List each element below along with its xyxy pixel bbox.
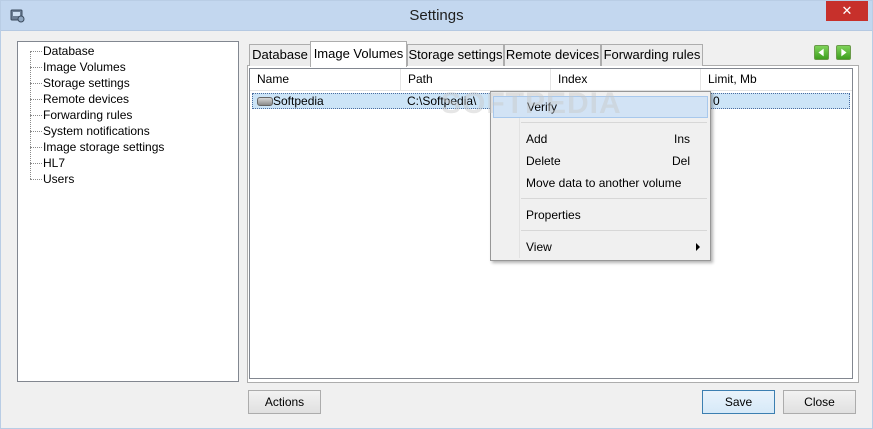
tab-remote-devices[interactable]: Remote devices bbox=[504, 44, 601, 66]
tree-item-remote-devices[interactable]: Remote devices bbox=[30, 91, 129, 107]
menu-item-verify[interactable]: Verify bbox=[493, 96, 708, 118]
tree-item-database[interactable]: Database bbox=[30, 43, 94, 59]
menu-separator bbox=[521, 230, 707, 231]
menu-separator bbox=[521, 122, 707, 123]
menu-item-label: Verify bbox=[527, 100, 558, 114]
menu-item-label: Properties bbox=[526, 208, 581, 222]
menu-item-delete[interactable]: Delete Del bbox=[493, 150, 708, 172]
tree-item-label: Image Volumes bbox=[43, 60, 126, 74]
tree-item-label: Remote devices bbox=[43, 92, 130, 106]
save-button[interactable]: Save bbox=[702, 390, 775, 414]
tree-item-forwarding-rules[interactable]: Forwarding rules bbox=[30, 107, 132, 123]
menu-item-label: Delete bbox=[526, 154, 561, 168]
tree-item-label: HL7 bbox=[43, 156, 66, 170]
next-tab-arrow-icon[interactable] bbox=[836, 45, 851, 60]
drive-icon bbox=[257, 97, 273, 106]
table-header: Name Path Index Limit, Mb bbox=[250, 69, 852, 91]
actions-button[interactable]: Actions bbox=[248, 390, 321, 414]
menu-item-properties[interactable]: Properties bbox=[493, 204, 708, 226]
tab-forwarding-rules[interactable]: Forwarding rules bbox=[601, 44, 703, 66]
settings-window: Settings ✕ Database Image Volumes Storag… bbox=[0, 0, 873, 429]
column-header-name[interactable]: Name bbox=[250, 69, 401, 91]
menu-item-move-data[interactable]: Move data to another volume bbox=[493, 172, 708, 194]
cell-name: Softpedia bbox=[273, 94, 324, 108]
tab-image-volumes[interactable]: Image Volumes bbox=[310, 41, 407, 67]
menu-shortcut: Ins bbox=[673, 132, 690, 146]
tree-item-hl7[interactable]: HL7 bbox=[30, 155, 65, 171]
tab-database[interactable]: Database bbox=[249, 44, 311, 66]
menu-item-add[interactable]: Add Ins bbox=[493, 128, 708, 150]
tree-item-image-volumes[interactable]: Image Volumes bbox=[30, 59, 126, 75]
menu-item-label: Add bbox=[526, 132, 548, 146]
menu-shortcut: Del bbox=[671, 154, 690, 168]
menu-separator bbox=[521, 198, 707, 199]
column-header-index[interactable]: Index bbox=[551, 69, 701, 91]
tree-item-label: Storage settings bbox=[43, 76, 130, 90]
tree-item-label: Database bbox=[43, 44, 95, 58]
cell-path: C:\Softpedia\ bbox=[407, 94, 477, 108]
tab-storage-settings[interactable]: Storage settings bbox=[407, 44, 504, 66]
context-menu: Verify Add Ins Delete Del Move data to a… bbox=[490, 91, 711, 261]
title-bar[interactable]: Settings ✕ bbox=[1, 1, 872, 31]
tree-item-image-storage-settings[interactable]: Image storage settings bbox=[30, 139, 164, 155]
menu-item-label: View bbox=[526, 240, 552, 254]
window-title: Settings bbox=[409, 7, 464, 24]
close-window-button[interactable]: ✕ bbox=[826, 1, 868, 21]
settings-tree[interactable]: Database Image Volumes Storage settings … bbox=[17, 41, 239, 382]
menu-item-view[interactable]: View bbox=[493, 236, 708, 258]
submenu-arrow-icon bbox=[696, 243, 700, 251]
tree-item-label: Image storage settings bbox=[43, 140, 165, 154]
tree-item-system-notifications[interactable]: System notifications bbox=[30, 123, 150, 139]
tree-item-label: Forwarding rules bbox=[43, 108, 133, 122]
cell-limit: 0 bbox=[713, 94, 720, 108]
tree-item-storage-settings[interactable]: Storage settings bbox=[30, 75, 130, 91]
column-header-limit[interactable]: Limit, Mb bbox=[701, 69, 852, 91]
menu-item-label: Move data to another volume bbox=[526, 176, 682, 190]
column-header-path[interactable]: Path bbox=[401, 69, 551, 91]
close-button[interactable]: Close bbox=[783, 390, 856, 414]
tree-item-users[interactable]: Users bbox=[30, 171, 74, 187]
previous-tab-arrow-icon[interactable] bbox=[814, 45, 829, 60]
tree-item-label: System notifications bbox=[43, 124, 150, 138]
tree-item-label: Users bbox=[43, 172, 75, 186]
